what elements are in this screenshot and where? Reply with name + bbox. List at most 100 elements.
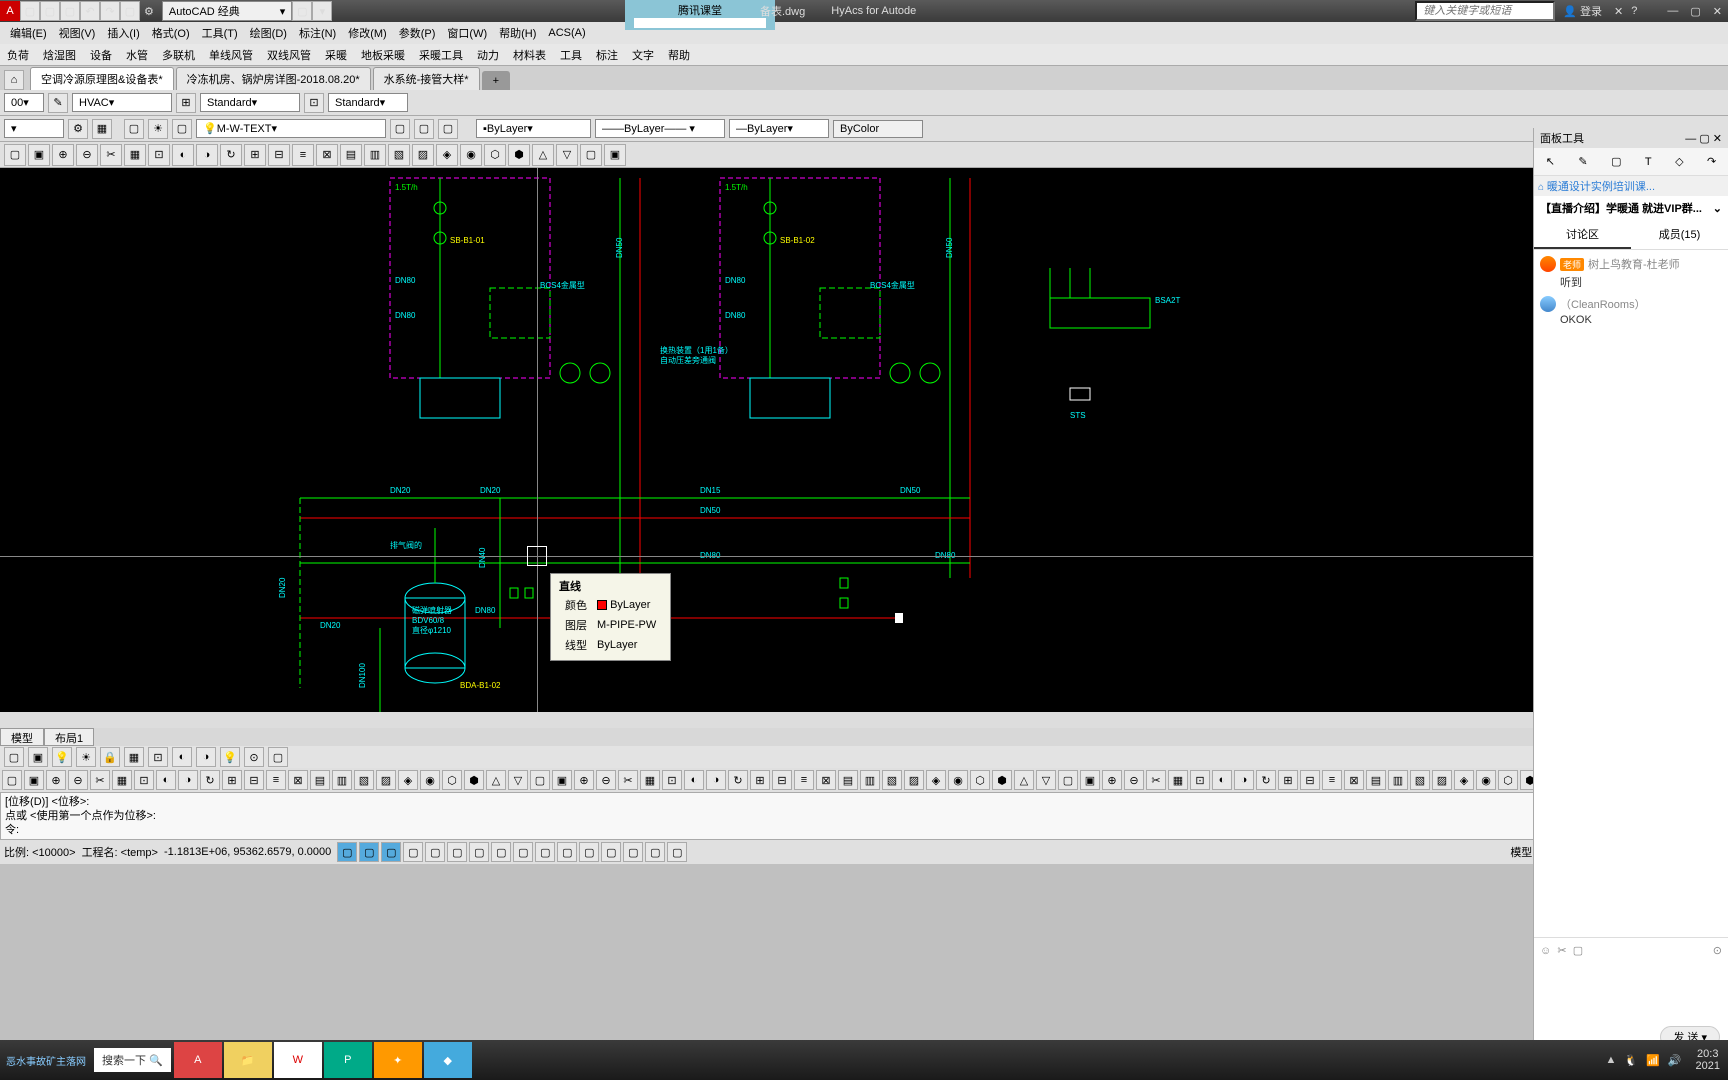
layer-tool-icon[interactable]: ⊡ (148, 747, 168, 767)
tool-icon[interactable]: ▥ (364, 144, 386, 166)
help-icon[interactable]: ? (1627, 5, 1641, 17)
bottom-tool-icon[interactable]: ▢ (2, 770, 22, 790)
text-icon[interactable]: T (1645, 156, 1652, 168)
layout-tab[interactable]: 模型 (0, 728, 44, 746)
layer-prev-icon[interactable]: ☀ (148, 119, 168, 139)
taskbar-app-pdf[interactable]: P (324, 1042, 372, 1078)
status-toggle[interactable]: ▢ (623, 842, 643, 862)
layer-t2-icon[interactable]: ▢ (414, 119, 434, 139)
plugin-menu-item[interactable]: 标注 (589, 47, 625, 63)
tray-icon[interactable]: ▲ (1606, 1054, 1617, 1067)
pointer-icon[interactable]: ↖ (1546, 155, 1555, 168)
status-toggle[interactable]: ▢ (557, 842, 577, 862)
tool-icon[interactable]: ▦ (124, 144, 146, 166)
menu-item[interactable]: 编辑(E) (4, 25, 53, 41)
qat-open-icon[interactable]: ▢ (40, 1, 60, 21)
file-tab[interactable]: 冷冻机房、锅炉房详图-2018.08.20* (176, 67, 371, 90)
tool-icon[interactable]: ✂ (100, 144, 122, 166)
bottom-tool-icon[interactable]: ◉ (1476, 770, 1496, 790)
plugin-menu-item[interactable]: 多联机 (155, 47, 202, 63)
tool-icon[interactable]: ⊡ (148, 144, 170, 166)
rect-icon[interactable]: ▢ (1611, 155, 1621, 168)
bottom-tool-icon[interactable]: ≡ (266, 770, 286, 790)
layer-tool-icon[interactable]: ☀ (76, 747, 96, 767)
plugin-menu-item[interactable]: 文字 (625, 47, 661, 63)
tool-icon[interactable]: ▧ (388, 144, 410, 166)
tool-icon[interactable]: ◉ (460, 144, 482, 166)
bottom-tool-icon[interactable]: ◉ (948, 770, 968, 790)
menu-item[interactable]: 标注(N) (293, 25, 342, 41)
layer-dropdown[interactable]: 💡 M-W-TEXT ▾ (196, 119, 386, 138)
bottom-tool-icon[interactable]: ✂ (1146, 770, 1166, 790)
status-toggle[interactable]: ▢ (667, 842, 687, 862)
layer-icon[interactable]: ▦ (92, 119, 112, 139)
plugin-menu-item[interactable]: 单线风管 (202, 47, 260, 63)
status-toggle[interactable]: ▢ (359, 842, 379, 862)
eraser-icon[interactable]: ◇ (1675, 155, 1683, 168)
command-line[interactable]: [位移(D)] <位移>: 点或 <使用第一个点作为位移>: 令: (0, 792, 1728, 840)
tool-icon[interactable]: ⊟ (268, 144, 290, 166)
bottom-tool-icon[interactable]: ▨ (1432, 770, 1452, 790)
tool-icon[interactable]: ⊕ (52, 144, 74, 166)
tray-vol-icon[interactable]: 🔊 (1668, 1054, 1682, 1067)
close-button[interactable]: ✕ (1707, 5, 1728, 18)
layer-tool-icon[interactable]: ▣ (28, 747, 48, 767)
layout-tab[interactable]: 布局1 (44, 728, 94, 746)
plugin-menu-item[interactable]: 采暖工具 (412, 47, 470, 63)
systray[interactable]: ▲ 🐧 📶 🔊 (1600, 1054, 1688, 1067)
bottom-tool-icon[interactable]: ⊖ (68, 770, 88, 790)
bottom-tool-icon[interactable]: ▦ (1168, 770, 1188, 790)
bottom-tool-icon[interactable]: ⬢ (992, 770, 1012, 790)
color-dropdown[interactable]: ▪ ByLayer ▾ (476, 119, 591, 138)
chat-textarea[interactable] (1534, 962, 1728, 1022)
taskbar-app-wps[interactable]: W (274, 1042, 322, 1078)
bottom-tool-icon[interactable]: ⊞ (1278, 770, 1298, 790)
qat-save-icon[interactable]: ▢ (60, 1, 80, 21)
taskbar-app-5[interactable]: ◆ (424, 1042, 472, 1078)
bottom-tool-icon[interactable]: ⬡ (1498, 770, 1518, 790)
gear-icon[interactable]: ⚙ (68, 119, 88, 139)
bottom-tool-icon[interactable]: ⬡ (970, 770, 990, 790)
tool-icon[interactable]: ⊠ (316, 144, 338, 166)
bottom-tool-icon[interactable]: ⬢ (464, 770, 484, 790)
menu-item[interactable]: 视图(V) (53, 25, 102, 41)
drawing-canvas[interactable]: 1.5T/h SB-B1-01 DN80 DN80 BCS4金属型 DN50 换… (0, 168, 1728, 728)
bottom-tool-icon[interactable]: ◈ (398, 770, 418, 790)
status-toggle[interactable]: ▢ (535, 842, 555, 862)
tool-icon[interactable]: ⬡ (484, 144, 506, 166)
bottom-tool-icon[interactable]: ▣ (1080, 770, 1100, 790)
bottom-tool-icon[interactable]: ≡ (1322, 770, 1342, 790)
panel-min-icon[interactable]: — (1685, 133, 1696, 145)
image-icon[interactable]: ▢ (1573, 945, 1583, 957)
bottom-tool-icon[interactable]: ✂ (618, 770, 638, 790)
bottom-tool-icon[interactable]: ▽ (508, 770, 528, 790)
tool-icon[interactable]: ▣ (28, 144, 50, 166)
tool-icon[interactable]: ≡ (292, 144, 314, 166)
file-tab[interactable]: 空调冷源原理图&设备表* (30, 67, 174, 90)
chat-tab-discuss[interactable]: 讨论区 (1534, 220, 1631, 249)
menu-item[interactable]: 修改(M) (342, 25, 393, 41)
bottom-tool-icon[interactable]: ⊕ (574, 770, 594, 790)
layer-tool-icon[interactable]: 💡 (52, 747, 72, 767)
layer-tool-icon[interactable]: ◑ (196, 747, 216, 767)
bottom-tool-icon[interactable]: △ (1014, 770, 1034, 790)
bottom-tool-icon[interactable]: ↻ (200, 770, 220, 790)
bottom-tool-icon[interactable]: ▤ (1366, 770, 1386, 790)
bottom-tool-icon[interactable]: ◈ (926, 770, 946, 790)
tray-qq-icon[interactable]: 🐧 (1624, 1054, 1638, 1067)
bottom-tool-icon[interactable]: △ (486, 770, 506, 790)
maximize-button[interactable]: ▢ (1684, 5, 1706, 18)
status-toggle[interactable]: ▢ (491, 842, 511, 862)
taskbar-app-explorer[interactable]: 📁 (224, 1042, 272, 1078)
status-toggle[interactable]: ▢ (469, 842, 489, 862)
tencent-input[interactable] (634, 18, 765, 28)
bottom-tool-icon[interactable]: ▥ (332, 770, 352, 790)
chevron-down-icon[interactable]: ⌄ (1713, 202, 1722, 215)
bottom-tool-icon[interactable]: ▤ (310, 770, 330, 790)
bottom-tool-icon[interactable]: ⊕ (46, 770, 66, 790)
taskbar-app-acs[interactable]: A (174, 1042, 222, 1078)
qat-new-icon[interactable]: ▢ (20, 1, 40, 21)
bottom-tool-icon[interactable]: ▧ (354, 770, 374, 790)
bottom-tool-icon[interactable]: ⊠ (816, 770, 836, 790)
lineweight-dropdown[interactable]: — ByLayer ▾ (729, 119, 829, 138)
